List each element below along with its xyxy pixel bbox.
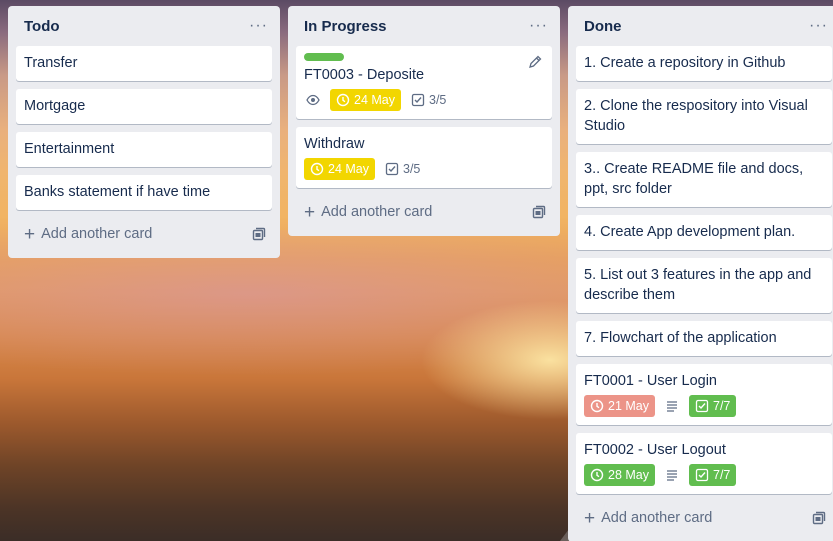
checklist-text: 3/5 (429, 93, 447, 107)
card[interactable]: Withdraw 24 May 3/5 (296, 127, 552, 188)
card-badges: 28 May 7/7 (584, 464, 824, 486)
due-date-text: 28 May (608, 468, 649, 482)
plus-icon: + (304, 201, 316, 223)
clock-icon (590, 468, 604, 482)
due-date-badge[interactable]: 24 May (330, 89, 401, 111)
card[interactable]: 4. Create App development plan. (576, 215, 832, 250)
checklist-badge: 3/5 (383, 158, 422, 180)
card-title: 7. Flowchart of the application (584, 330, 777, 346)
card[interactable]: 7. Flowchart of the application (576, 321, 832, 356)
clock-icon (336, 93, 350, 107)
clock-icon (310, 162, 324, 176)
description-badge (663, 464, 681, 486)
list-menu-icon[interactable]: ··· (529, 18, 548, 34)
checkbox-icon (385, 162, 399, 176)
card-title: Mortgage (24, 98, 86, 114)
list-header: In Progress ··· (296, 6, 552, 46)
plus-icon: + (584, 507, 596, 529)
due-date-badge[interactable]: 21 May (584, 395, 655, 417)
due-date-badge[interactable]: 24 May (304, 158, 375, 180)
card[interactable]: 1. Create a repository in Github (576, 46, 832, 81)
eye-icon (306, 94, 320, 106)
checklist-text: 3/5 (403, 162, 421, 176)
card-title: FT0002 - User Logout (584, 442, 726, 458)
card-template-icon[interactable] (252, 227, 266, 241)
card[interactable]: FT0003 - Deposite 24 May 3/5 (296, 46, 552, 119)
list-in-progress: In Progress ··· FT0003 - Deposite 24 May… (288, 6, 560, 236)
checklist-badge: 7/7 (689, 395, 737, 417)
card[interactable]: 3.. Create README file and docs, ppt, sr… (576, 152, 832, 207)
pencil-icon[interactable] (528, 55, 542, 69)
card[interactable]: 5. List out 3 features in the app and de… (576, 258, 832, 313)
list-title[interactable]: Done (584, 18, 622, 35)
list-header: Todo ··· (16, 6, 272, 46)
list-menu-icon[interactable]: ··· (809, 18, 828, 34)
due-date-text: 21 May (608, 399, 649, 413)
card[interactable]: Banks statement if have time (16, 175, 272, 210)
list-header: Done ··· (576, 6, 832, 46)
checkbox-icon (695, 399, 709, 413)
card[interactable]: Transfer (16, 46, 272, 81)
list-todo: Todo ··· Transfer Mortgage Entertainment… (8, 6, 280, 258)
description-icon (667, 401, 677, 412)
clock-icon (590, 399, 604, 413)
checklist-badge: 3/5 (409, 89, 448, 111)
card-title: 1. Create a repository in Github (584, 55, 786, 71)
add-card-button[interactable]: + Add another card (576, 502, 832, 534)
add-card-button[interactable]: + Add another card (16, 218, 272, 250)
card[interactable]: FT0001 - User Login 21 May 7/7 (576, 364, 832, 425)
checklist-badge: 7/7 (689, 464, 737, 486)
list-menu-icon[interactable]: ··· (249, 18, 268, 34)
card-template-icon[interactable] (532, 205, 546, 219)
card[interactable]: 2. Clone the respository into Visual Stu… (576, 89, 832, 144)
card-title: FT0001 - User Login (584, 373, 717, 389)
card-title: 4. Create App development plan. (584, 224, 796, 240)
card[interactable]: Mortgage (16, 89, 272, 124)
card-title: 2. Clone the respository into Visual Stu… (584, 98, 808, 134)
plus-icon: + (24, 223, 36, 245)
add-card-button[interactable]: + Add another card (296, 196, 552, 228)
add-card-label: Add another card (41, 226, 153, 242)
add-card-label: Add another card (601, 510, 713, 526)
watching-badge (304, 89, 322, 111)
card-title: FT0003 - Deposite (304, 67, 425, 83)
list-title[interactable]: Todo (24, 18, 60, 35)
card-title: 3.. Create README file and docs, ppt, sr… (584, 161, 804, 197)
add-card-label: Add another card (321, 204, 433, 220)
card-title: Entertainment (24, 141, 115, 157)
card-badges: 24 May 3/5 (304, 89, 544, 111)
card-title: Transfer (24, 55, 78, 71)
card-title: Banks statement if have time (24, 184, 211, 200)
due-date-text: 24 May (328, 162, 369, 176)
description-badge (663, 395, 681, 417)
checkbox-icon (695, 468, 709, 482)
card-badges: 21 May 7/7 (584, 395, 824, 417)
list-done: Done ··· 1. Create a repository in Githu… (568, 6, 833, 541)
card[interactable]: Entertainment (16, 132, 272, 167)
checklist-text: 7/7 (713, 468, 731, 482)
description-icon (667, 470, 677, 481)
card-template-icon[interactable] (812, 511, 826, 525)
card-title: Withdraw (304, 136, 365, 152)
card-label-green[interactable] (304, 53, 344, 61)
checkbox-icon (411, 93, 425, 107)
card[interactable]: FT0002 - User Logout 28 May 7/7 (576, 433, 832, 494)
list-title[interactable]: In Progress (304, 18, 387, 35)
card-title: 5. List out 3 features in the app and de… (584, 267, 812, 303)
due-date-text: 24 May (354, 93, 395, 107)
card-badges: 24 May 3/5 (304, 158, 544, 180)
due-date-badge[interactable]: 28 May (584, 464, 655, 486)
checklist-text: 7/7 (713, 399, 731, 413)
